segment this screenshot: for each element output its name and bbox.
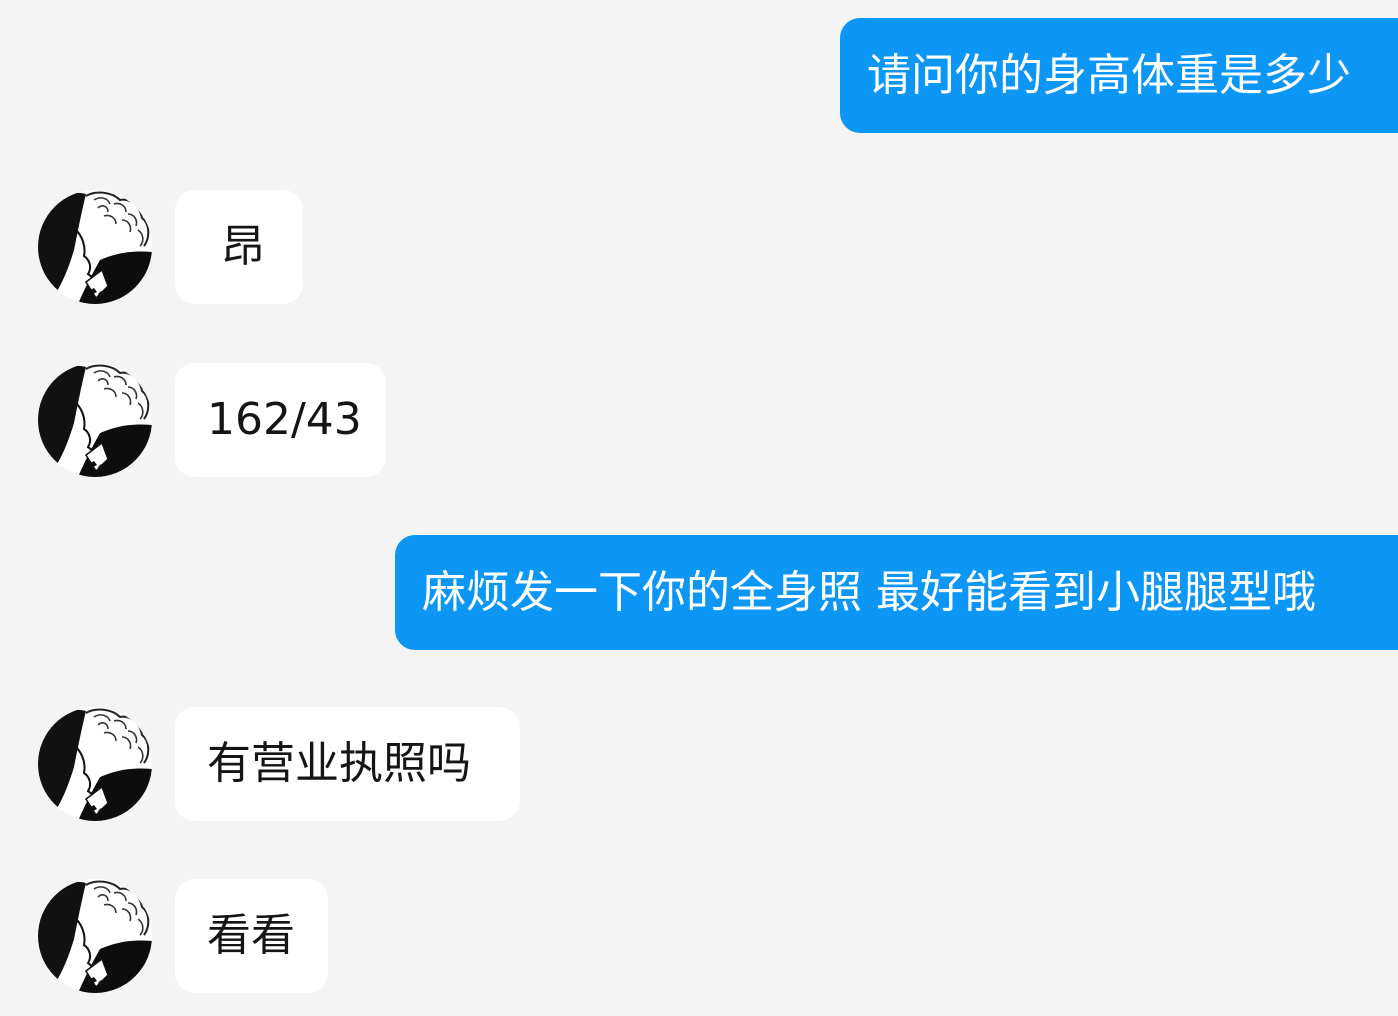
- message-row-incoming: 看看: [0, 879, 1398, 993]
- message-bubble-outgoing[interactable]: 请问你的身高体重是多少: [840, 18, 1398, 133]
- message-text: 有营业执照吗: [207, 738, 471, 789]
- message-row-outgoing: 请问你的身高体重是多少: [0, 18, 1398, 133]
- message-row-outgoing: 麻烦发一下你的全身照 最好能看到小腿腿型哦: [0, 535, 1398, 650]
- message-text: 昂: [221, 221, 265, 272]
- message-row-incoming: 昂: [0, 190, 1398, 304]
- message-bubble-incoming[interactable]: 昂: [175, 190, 303, 304]
- message-bubble-incoming[interactable]: 看看: [175, 879, 328, 993]
- message-text: 162/43: [207, 394, 362, 445]
- message-row-incoming: 162/43: [0, 363, 1398, 477]
- message-bubble-incoming[interactable]: 162/43: [175, 363, 386, 477]
- avatar-icon[interactable]: [38, 190, 152, 304]
- message-bubble-outgoing[interactable]: 麻烦发一下你的全身照 最好能看到小腿腿型哦: [395, 535, 1398, 650]
- message-text: 请问你的身高体重是多少: [867, 49, 1351, 101]
- chat-window: 请问你的身高体重是多少 昂 162/43 麻烦发一下你的全身照 最好能看到小腿腿…: [0, 0, 1398, 1016]
- message-row-incoming: 有营业执照吗: [0, 707, 1398, 821]
- message-bubble-incoming[interactable]: 有营业执照吗: [175, 707, 520, 821]
- message-text: 麻烦发一下你的全身照 最好能看到小腿腿型哦: [422, 566, 1316, 618]
- avatar-icon[interactable]: [38, 363, 152, 477]
- avatar-icon[interactable]: [38, 879, 152, 993]
- avatar-icon[interactable]: [38, 707, 152, 821]
- message-text: 看看: [207, 910, 295, 961]
